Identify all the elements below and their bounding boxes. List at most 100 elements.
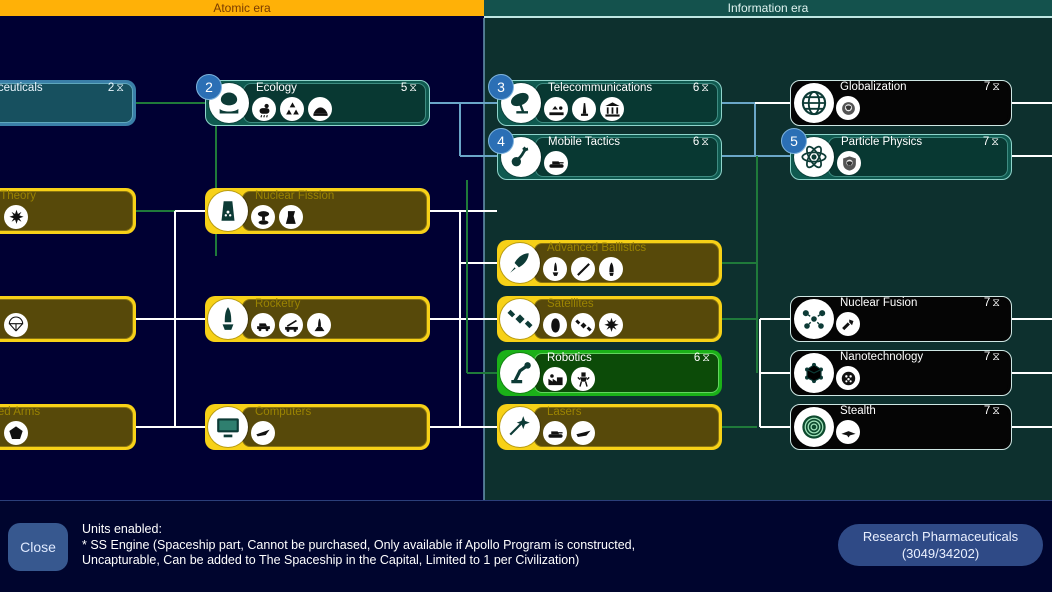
nuclear-missile-icon xyxy=(599,257,623,281)
tech-node-combined-arms[interactable]: …ned Arms xyxy=(0,404,136,450)
close-button[interactable]: Close xyxy=(8,523,68,571)
node-body xyxy=(0,299,133,339)
node-title: Lasers xyxy=(547,406,582,418)
atom-burst-icon xyxy=(4,205,28,229)
node-title: Satellites xyxy=(547,298,594,310)
tech-node-flight[interactable] xyxy=(0,296,136,342)
nano-icon xyxy=(794,353,834,393)
node-units xyxy=(0,421,28,445)
node-body: Computers xyxy=(242,407,427,447)
research-queue-badge: 5 xyxy=(781,128,807,154)
tech-node-pharmaceuticals[interactable]: …aceuticals 2⧖ xyxy=(0,80,136,126)
node-title: Ecology xyxy=(256,82,297,94)
pentagon-icon xyxy=(4,421,28,445)
node-cost: 6⧖ xyxy=(693,82,709,95)
tech-node-nanotechnology[interactable]: Nanotechnology 7⧖ xyxy=(790,350,1012,396)
hourglass-icon: ⧖ xyxy=(992,81,1000,94)
node-body: Robotics 6⧖ xyxy=(534,353,719,393)
robot-arm-icon xyxy=(500,353,540,393)
node-cost: 2⧖ xyxy=(108,82,124,95)
node-units xyxy=(836,312,860,336)
node-body: Nuclear Fusion 7⧖ xyxy=(828,299,1008,339)
atom-burst-icon xyxy=(599,313,623,337)
hourglass-icon: ⧖ xyxy=(701,136,709,149)
node-units xyxy=(543,313,623,337)
tech-node-nuclear-fission[interactable]: Nuclear Fission xyxy=(205,188,430,234)
tech-node-computers[interactable]: Computers xyxy=(205,404,430,450)
node-title: Nuclear Fission xyxy=(255,190,334,202)
tech-node-globalization[interactable]: Globalization 7⧖ xyxy=(790,80,1012,126)
node-body: Rocketry xyxy=(242,299,427,339)
node-title: Nanotechnology xyxy=(840,351,923,363)
node-cost: 7⧖ xyxy=(983,136,999,149)
rocket-icon xyxy=(500,243,540,283)
capsule-icon xyxy=(543,313,567,337)
research-button[interactable]: Research Pharmaceuticals (3049/34202) xyxy=(838,524,1043,566)
tech-node-mobile-tactics[interactable]: 4 Mobile Tactics 6⧖ xyxy=(497,134,722,180)
node-body: …ned Arms xyxy=(0,407,133,447)
node-units xyxy=(837,151,861,175)
tech-node-lasers[interactable]: Lasers xyxy=(497,404,722,450)
tech-node-telecommunications[interactable]: 3 Telecommunications 6⧖ xyxy=(497,80,722,126)
node-cost: 6⧖ xyxy=(694,352,710,365)
giant-robot-icon xyxy=(571,367,595,391)
monument-icon xyxy=(572,97,596,121)
spear-icon xyxy=(571,257,595,281)
node-title: Advanced Ballistics xyxy=(547,242,646,254)
node-units xyxy=(251,313,331,337)
fusion-icon xyxy=(794,299,834,339)
node-body: Telecommunications 6⧖ xyxy=(535,83,718,123)
hourglass-icon: ⧖ xyxy=(992,405,1000,418)
node-cost: 6⧖ xyxy=(693,136,709,149)
tech-node-stealth[interactable]: Stealth 7⧖ xyxy=(790,404,1012,450)
units-enabled-line1: * SS Engine (Spaceship part, Cannot be p… xyxy=(82,538,822,554)
guided-missile-icon xyxy=(543,257,567,281)
node-title: Rocketry xyxy=(255,298,300,310)
node-title: Mobile Tactics xyxy=(548,136,620,148)
jet-fighter-icon xyxy=(571,421,595,445)
globe-icon xyxy=(794,83,834,123)
node-body: Lasers xyxy=(534,407,719,447)
node-title: Nuclear Fusion xyxy=(840,297,917,309)
node-body: …aceuticals 2⧖ xyxy=(0,83,133,123)
node-units xyxy=(543,257,623,281)
tech-node-rocketry[interactable]: Rocketry xyxy=(205,296,430,342)
units-enabled-heading: Units enabled: xyxy=(82,522,822,538)
node-body: Particle Physics 7⧖ xyxy=(828,137,1008,177)
tech-node-satellites[interactable]: Satellites xyxy=(497,296,722,342)
park-icon xyxy=(308,97,332,121)
hourglass-icon: ⧖ xyxy=(116,82,124,95)
tech-node-ecology[interactable]: 2 Ecology 5⧖ xyxy=(205,80,430,126)
tech-node-nuclear-fusion[interactable]: Nuclear Fusion 7⧖ xyxy=(790,296,1012,342)
node-title: …aceuticals xyxy=(0,82,43,94)
factory-icon xyxy=(543,367,567,391)
tech-node-atomic-theory[interactable]: …c Theory xyxy=(0,188,136,234)
node-cost: 7⧖ xyxy=(984,81,1000,94)
tech-node-robotics[interactable]: Robotics 6⧖ xyxy=(497,350,722,396)
modern-armor-icon xyxy=(544,151,568,175)
hourglass-icon: ⧖ xyxy=(702,352,710,365)
node-title: Robotics xyxy=(547,352,592,364)
hourglass-icon: ⧖ xyxy=(701,82,709,95)
node-units xyxy=(251,205,303,229)
node-title: Stealth xyxy=(840,405,876,417)
node-title: Particle Physics xyxy=(841,136,922,148)
mobile-sam-icon xyxy=(251,313,275,337)
node-cost: 7⧖ xyxy=(984,405,1000,418)
tech-node-particle-physics[interactable]: 5 Particle Physics 7⧖ xyxy=(790,134,1012,180)
research-progress: (3049/34202) xyxy=(838,545,1043,562)
computer-icon xyxy=(208,407,248,447)
modern-armor-icon xyxy=(543,421,567,445)
rocket-artillery-icon xyxy=(279,313,303,337)
tech-node-advanced-ballistics[interactable]: Advanced Ballistics xyxy=(497,240,722,286)
node-units xyxy=(836,96,860,120)
node-body: Nanotechnology 7⧖ xyxy=(828,353,1008,393)
stealth-bomber-icon xyxy=(836,420,860,444)
reactor-icon xyxy=(208,191,248,231)
giant-death-robot-icon xyxy=(836,312,860,336)
node-body: Nuclear Fission xyxy=(242,191,427,231)
hourglass-icon: ⧖ xyxy=(992,297,1000,310)
research-queue-badge: 3 xyxy=(488,74,514,100)
research-queue-badge: 2 xyxy=(196,74,222,100)
node-units xyxy=(0,205,28,229)
